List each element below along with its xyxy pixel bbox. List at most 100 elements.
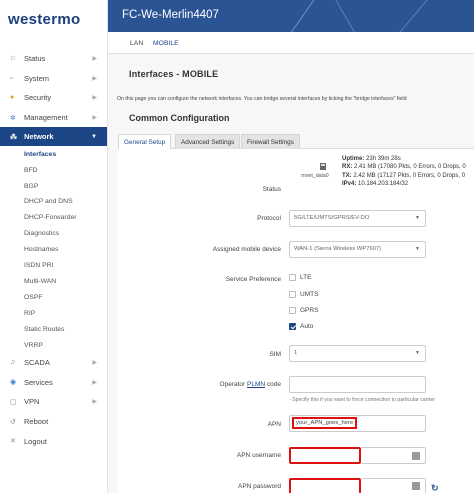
status-icon: ⚐ [10,55,17,63]
plmn-hint: - Specify this if you want to force conn… [289,397,435,403]
chevron-right-icon: ▶ [92,115,97,122]
apn-password-input[interactable] [289,478,361,493]
service-option-umts[interactable]: UMTS [289,291,318,298]
system-icon: ▫ [10,74,13,82]
lte-checkbox[interactable] [289,274,296,281]
key-icon [412,452,420,460]
protocol-label: Protocol [257,215,281,222]
westermo-logo: westermo [8,11,81,28]
tab-lan[interactable]: LAN [130,40,143,47]
gprs-label: GPRS [300,307,319,314]
sidebar-item-system[interactable]: ▫ System ▶ [0,69,107,89]
sidebar-subitem-multi-wan[interactable]: Multi-WAN [0,274,107,290]
plmn-label-suffix: code [266,381,281,388]
chevron-right-icon: ▶ [92,75,97,82]
rx-label: RX: [342,164,353,171]
tx-label: TX: [342,172,352,179]
apn-label: APN [267,421,281,428]
reboot-icon: ↺ [10,418,16,426]
apn-username-input[interactable] [289,447,361,464]
umts-label: UMTS [300,291,319,298]
umts-checkbox[interactable] [289,291,296,298]
chevron-right-icon: ▶ [92,379,97,386]
service-option-gprs[interactable]: GPRS [289,307,318,314]
plmn-input[interactable] [289,376,426,393]
rx-value: 2.41 MB (17080 Pkts, 0 Errors, 0 Drops, … [354,164,466,171]
sidebar-subitem-dhcp-forwarder[interactable]: DHCP-Forwarder [0,210,107,226]
gprs-checkbox[interactable] [289,307,296,314]
chevron-down-icon: ▼ [91,133,97,140]
device-value: WAN-1 (Sierra Wireless WP7607) [294,246,382,252]
tab-mobile[interactable]: MOBILE [153,40,179,47]
header-decoration [388,0,429,32]
sidebar-item-logout[interactable]: ✕ Logout [0,431,107,451]
chevron-right-icon: ▶ [92,95,97,102]
chevron-right-icon: ▶ [92,399,97,406]
apn-value-highlight: your_APN_goes_here [292,417,358,429]
sidebar-item-label: SCADA [24,358,50,368]
sidebar-item-vpn[interactable]: ▢ VPN ▶ [0,392,107,412]
sidebar-subitem-bfd[interactable]: BFD [0,162,107,178]
sidebar-item-scada[interactable]: ♫ SCADA ▶ [0,353,107,373]
sidebar-subitem-isdn-pri[interactable]: ISDN PRI [0,258,107,274]
sidebar-item-reboot[interactable]: ↺ Reboot [0,412,107,432]
section-title: Common Configuration [129,113,230,123]
sidebar-item-security[interactable]: ● Security ▶ [0,88,107,108]
sidebar-subitem-vrrp[interactable]: VRRP [0,337,107,353]
sidebar-item-label: Status [24,54,46,64]
management-icon: ✲ [10,114,16,122]
logout-icon: ✕ [10,438,16,446]
chevron-down-icon: ▼ [415,350,420,356]
auto-checkbox[interactable] [289,323,296,330]
device-hostname: FC-We-Merlin4407 [122,9,219,21]
sidebar-subitem-ospf[interactable]: OSPF [0,289,107,305]
reveal-password-icon[interactable]: ↻ [431,483,439,493]
network-icon: ⁂ [10,133,17,141]
sidebar-item-network[interactable]: ⁂ Network ▼ [0,127,107,147]
uptime-label: Uptime: [342,156,365,162]
interface-tabs: LAN MOBILE [108,32,474,54]
security-icon: ● [10,94,15,102]
tab-firewall-settings[interactable]: Firewall Settings [241,134,300,149]
sidebar: westermo ⚐ Status ▶ ▫ System ▶ ● Securit… [0,0,108,493]
auto-label: Auto [300,323,314,330]
chevron-down-icon: ▼ [415,246,420,252]
sidebar-item-label: Security [24,93,52,103]
ipv4-label: IPv4: [342,180,357,187]
plmn-label: Operator PLMN code [113,381,281,388]
uptime-value: 23h 39m 28s [366,156,401,162]
service-option-lte[interactable]: LTE [289,274,311,281]
sidebar-subitem-hostnames[interactable]: Hostnames [0,242,107,258]
vpn-icon: ▢ [10,398,17,406]
sidebar-subitem-rip[interactable]: RIP [0,305,107,321]
sidebar-subitem-dhcp-dns[interactable]: DHCP and DNS [0,194,107,210]
plmn-link[interactable]: PLMN [247,381,265,388]
tab-advanced-settings[interactable]: Advanced Settings [175,134,241,149]
service-option-auto[interactable]: Auto [289,323,313,330]
header-decoration [333,0,364,32]
ipv4-value: 10.184.203.184/32 [358,180,409,187]
sidebar-subitem-diagnostics[interactable]: Diagnostics [0,226,107,242]
sidebar-item-label: Management [24,113,68,123]
sidebar-item-services[interactable]: ◉ Services ▶ [0,373,107,393]
sidebar-item-label: Logout [24,436,47,446]
sidebar-item-status[interactable]: ⚐ Status ▶ [0,49,107,69]
sidebar-item-management[interactable]: ✲ Management ▶ [0,108,107,128]
sidebar-item-label: System [24,73,50,83]
sidebar-subitem-interfaces[interactable]: Interfaces [0,146,107,162]
tx-value: 2.42 MB (17127 Pkts, 0 Errors, 0 Drops, … [353,172,466,179]
network-port-icon [320,163,326,170]
form-panel [118,149,474,493]
apn-input[interactable]: your_APN_goes_here [289,415,426,432]
sim-select[interactable]: 1 ▼ [289,345,426,362]
tab-general-setup[interactable]: General Setup [118,134,172,149]
sidebar-subitem-bgp[interactable]: BGP [0,178,107,194]
protocol-select[interactable]: 5G/LTE/UMTS/GPRS/EV-DO ▼ [289,210,426,227]
sidebar-subitem-static-routes[interactable]: Static Routes [0,321,107,337]
status-interface: mnet_data0 [301,173,329,179]
apn-password-label: APN password [238,483,281,490]
chevron-right-icon: ▶ [92,360,97,367]
device-select[interactable]: WAN-1 (Sierra Wireless WP7607) ▼ [289,241,426,258]
header-bar: FC-We-Merlin4407 [108,0,474,32]
service-preference-label: Service Preference [225,276,281,283]
